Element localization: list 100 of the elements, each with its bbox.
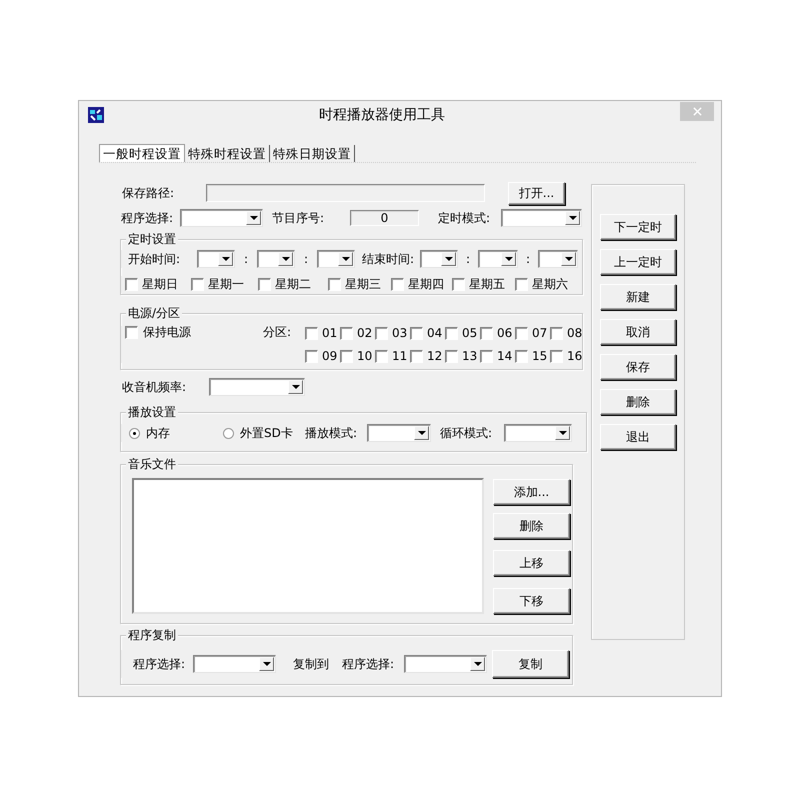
button[interactable]: 删除 xyxy=(600,389,676,415)
checkbox-label: 星期一 xyxy=(208,276,244,293)
checkbox-label: 11 xyxy=(392,349,408,363)
checkbox-label: 10 xyxy=(357,349,372,363)
checkbox-label: 星期日 xyxy=(142,276,178,293)
checkbox-label: 星期三 xyxy=(345,276,381,293)
checkbox-label: 13 xyxy=(462,349,478,363)
radio-label: 外置SD卡 xyxy=(240,424,293,442)
checkbox[interactable] xyxy=(125,278,138,291)
group-title: 定时设置 xyxy=(126,232,178,246)
checkbox[interactable] xyxy=(375,350,388,362)
field-label: 程序选择: xyxy=(342,656,396,672)
dropdown-arrow-button[interactable] xyxy=(414,426,429,440)
checkbox-label: 12 xyxy=(427,349,442,363)
dropdown-arrow-button[interactable] xyxy=(470,657,485,671)
checkbox[interactable] xyxy=(480,326,493,340)
field-label: 程序选择: xyxy=(133,656,186,672)
dropdown-field[interactable] xyxy=(504,424,572,442)
dropdown-field[interactable] xyxy=(257,250,295,268)
checkbox-label: 04 xyxy=(427,326,442,340)
checkbox-label: 08 xyxy=(567,326,582,340)
checkbox-label: 14 xyxy=(497,349,512,363)
close-icon xyxy=(692,107,702,116)
checkbox-label: 02 xyxy=(357,326,372,340)
dropdown-arrow-button[interactable] xyxy=(555,426,570,440)
dropdown-arrow-button[interactable] xyxy=(565,211,580,225)
checkbox[interactable] xyxy=(445,326,458,340)
button[interactable]: 上一定时 xyxy=(600,249,676,275)
checkbox[interactable] xyxy=(445,350,458,362)
number-field: 0 xyxy=(350,210,419,226)
separator-label: : xyxy=(302,252,310,266)
checkbox-label: 星期六 xyxy=(532,276,568,293)
field-label: 定时模式: xyxy=(438,210,492,226)
checkbox[interactable] xyxy=(410,326,423,340)
dropdown-field[interactable] xyxy=(193,655,276,673)
separator-label: : xyxy=(524,252,532,266)
field-label: 循环模式: xyxy=(440,424,494,442)
checkbox[interactable] xyxy=(550,326,563,340)
checkbox-label: 星期二 xyxy=(275,276,311,293)
dropdown-arrow-button[interactable] xyxy=(259,657,274,671)
checkbox[interactable] xyxy=(305,326,318,340)
checkbox[interactable] xyxy=(191,278,204,291)
button[interactable]: 新建 xyxy=(600,284,676,310)
button[interactable]: 删除 xyxy=(493,513,570,539)
dropdown-arrow-button[interactable] xyxy=(561,252,576,266)
button[interactable]: 下移 xyxy=(493,588,570,614)
button[interactable]: 复制 xyxy=(492,650,569,678)
field-label: 节目序号: xyxy=(272,210,326,226)
checkbox-label: 07 xyxy=(532,326,548,340)
file-list[interactable] xyxy=(132,478,484,614)
checkbox[interactable] xyxy=(125,326,138,339)
dropdown-arrow-button[interactable] xyxy=(288,380,303,394)
checkbox-label: 保持电源 xyxy=(143,324,191,341)
checkbox[interactable] xyxy=(340,350,353,362)
checkbox-label: 03 xyxy=(392,326,408,340)
checkbox[interactable] xyxy=(550,350,563,362)
tab[interactable]: 一般时程设置 xyxy=(99,144,185,162)
checkbox[interactable] xyxy=(328,278,341,291)
checkbox[interactable] xyxy=(391,278,404,291)
field-label: 分区: xyxy=(263,324,292,341)
checkbox[interactable] xyxy=(452,278,465,291)
dropdown-arrow-button[interactable] xyxy=(278,252,293,266)
tab[interactable]: 特殊日期设置 xyxy=(270,145,355,162)
dropdown-field[interactable] xyxy=(180,209,263,227)
dropdown-field[interactable] xyxy=(209,378,305,396)
dropdown-field[interactable] xyxy=(420,250,458,268)
checkbox-label: 05 xyxy=(462,326,478,340)
dropdown-field[interactable] xyxy=(317,250,355,268)
checkbox[interactable] xyxy=(258,278,271,291)
dropdown-arrow-button[interactable] xyxy=(441,252,456,266)
dropdown-field[interactable] xyxy=(404,655,487,673)
checkbox[interactable] xyxy=(340,326,353,340)
dropdown-arrow-button[interactable] xyxy=(218,252,233,266)
checkbox[interactable] xyxy=(515,350,528,362)
button[interactable]: 打开... xyxy=(508,182,565,204)
checkbox[interactable] xyxy=(515,278,528,291)
button[interactable]: 上移 xyxy=(493,550,570,576)
dropdown-field[interactable] xyxy=(501,209,582,227)
dropdown-arrow-button[interactable] xyxy=(338,252,353,266)
button[interactable]: 保存 xyxy=(600,354,676,380)
button[interactable]: 添加... xyxy=(493,479,570,505)
button[interactable]: 下一定时 xyxy=(600,214,676,240)
checkbox[interactable] xyxy=(515,326,528,340)
checkbox[interactable] xyxy=(375,326,388,340)
path-field[interactable] xyxy=(206,184,485,202)
checkbox[interactable] xyxy=(480,350,493,362)
button[interactable]: 取消 xyxy=(600,319,676,345)
dropdown-arrow-button[interactable] xyxy=(246,211,261,225)
tab[interactable]: 特殊时程设置 xyxy=(185,145,270,162)
dropdown-field[interactable] xyxy=(367,424,431,442)
dropdown-field[interactable] xyxy=(197,250,235,268)
dropdown-arrow-button[interactable] xyxy=(501,252,516,266)
radio-button[interactable] xyxy=(223,428,234,438)
button[interactable]: 退出 xyxy=(600,424,676,450)
radio-button[interactable] xyxy=(129,428,140,438)
dropdown-field[interactable] xyxy=(478,250,518,268)
checkbox[interactable] xyxy=(410,350,423,362)
checkbox-label: 16 xyxy=(567,349,582,363)
dropdown-field[interactable] xyxy=(538,250,578,268)
checkbox[interactable] xyxy=(305,350,318,362)
